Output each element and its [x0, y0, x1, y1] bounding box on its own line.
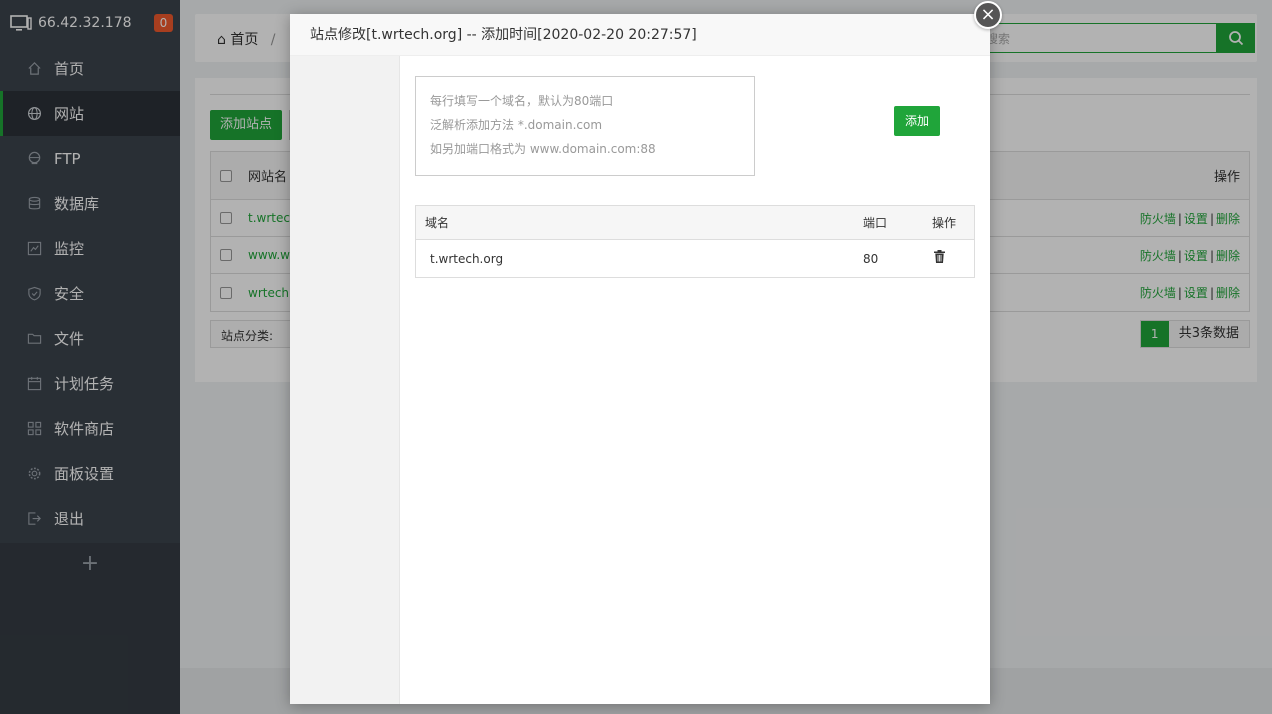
- domain-value: t.wrtech.org: [430, 251, 504, 266]
- placeholder-line: 泛解析添加方法 *.domain.com: [430, 118, 603, 132]
- domain-table-header: 域名 端口 操作: [416, 206, 974, 240]
- modal-body: 每行填写一个域名，默认为80端口 泛解析添加方法 *.domain.com 如另…: [400, 56, 990, 704]
- domain-table: 域名 端口 操作 t.wrtech.org 80: [415, 205, 975, 278]
- add-domain-button[interactable]: 添加: [894, 106, 940, 136]
- trash-icon[interactable]: [934, 250, 945, 263]
- port-value: 80: [863, 251, 879, 266]
- modal-title: 站点修改[t.wrtech.org] -- 添加时间[2020-02-20 20…: [290, 14, 990, 56]
- column-port: 端口: [863, 216, 888, 230]
- placeholder-line: 如另加端口格式为 www.domain.com:88: [430, 142, 656, 156]
- close-icon: ×: [980, 4, 996, 25]
- placeholder-line: 每行填写一个域名，默认为80端口: [430, 94, 614, 108]
- domain-textarea[interactable]: 每行填写一个域名，默认为80端口 泛解析添加方法 *.domain.com 如另…: [415, 76, 755, 176]
- modal-side-nav: [290, 56, 400, 704]
- table-row: t.wrtech.org 80: [416, 240, 974, 277]
- site-edit-modal: 站点修改[t.wrtech.org] -- 添加时间[2020-02-20 20…: [290, 1, 1002, 704]
- column-operation: 操作: [932, 216, 957, 230]
- column-domain: 域名: [425, 216, 450, 230]
- close-button[interactable]: ×: [974, 1, 1002, 29]
